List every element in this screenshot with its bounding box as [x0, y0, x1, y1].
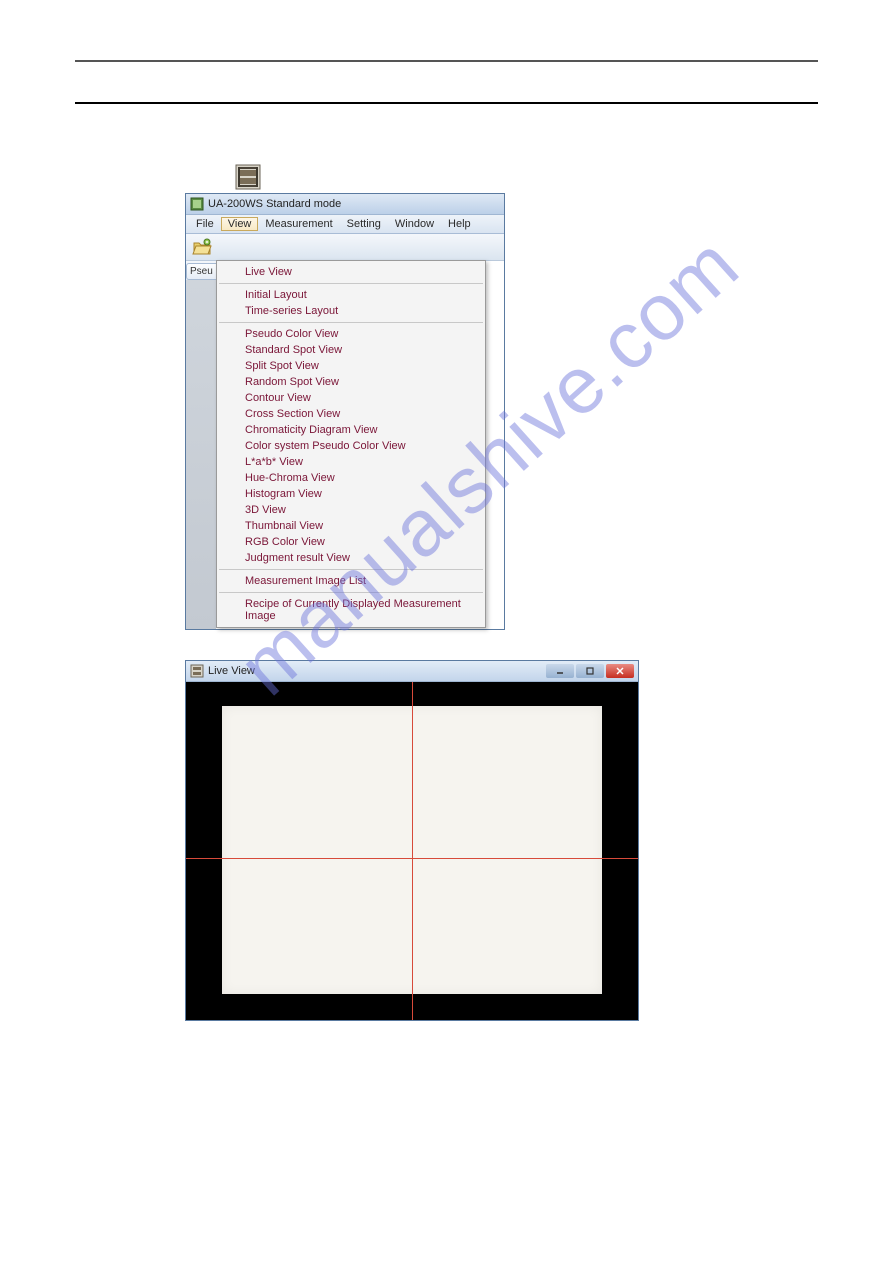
- menu-separator: [219, 569, 483, 570]
- live-view-titlebar: Live View: [186, 661, 638, 682]
- minimize-button[interactable]: [546, 664, 574, 678]
- menu-item-initial-layout[interactable]: Initial Layout: [217, 287, 485, 303]
- menu-item-standard-spot[interactable]: Standard Spot View: [217, 342, 485, 358]
- live-view-title: Live View: [208, 665, 255, 677]
- live-view-icon: [190, 664, 204, 678]
- menu-item-hue-chroma[interactable]: Hue-Chroma View: [217, 470, 485, 486]
- menu-separator: [219, 592, 483, 593]
- menubar: File View Measurement Setting Window Hel…: [186, 215, 504, 234]
- menu-setting[interactable]: Setting: [340, 217, 388, 231]
- menu-item-3d[interactable]: 3D View: [217, 502, 485, 518]
- live-view-canvas: [186, 682, 638, 1020]
- menu-measurement[interactable]: Measurement: [258, 217, 339, 231]
- section-divider: [75, 102, 818, 104]
- menu-item-judgment-result[interactable]: Judgment result View: [217, 550, 485, 566]
- menu-item-recipe[interactable]: Recipe of Currently Displayed Measuremen…: [217, 596, 485, 624]
- menu-item-split-spot[interactable]: Split Spot View: [217, 358, 485, 374]
- menu-item-live-view[interactable]: Live View: [217, 264, 485, 280]
- video-icon: [235, 164, 261, 190]
- crosshair-horizontal: [186, 858, 638, 859]
- menu-item-rgb-color[interactable]: RGB Color View: [217, 534, 485, 550]
- app-icon: [190, 197, 204, 211]
- menu-separator: [219, 283, 483, 284]
- close-button[interactable]: [606, 664, 634, 678]
- toolbar: [186, 234, 504, 261]
- window-title: UA-200WS Standard mode: [208, 198, 341, 210]
- menu-item-thumbnail[interactable]: Thumbnail View: [217, 518, 485, 534]
- app-window: UA-200WS Standard mode File View Measure…: [185, 193, 505, 630]
- live-view-window: Live View: [185, 660, 639, 1021]
- side-tab[interactable]: Pseu: [186, 263, 216, 280]
- menu-item-time-series-layout[interactable]: Time-series Layout: [217, 303, 485, 319]
- menu-item-chromaticity[interactable]: Chromaticity Diagram View: [217, 422, 485, 438]
- menu-view[interactable]: View: [221, 217, 259, 231]
- menu-window[interactable]: Window: [388, 217, 441, 231]
- titlebar: UA-200WS Standard mode: [186, 194, 504, 215]
- side-panel: [186, 280, 216, 629]
- crosshair-vertical: [412, 682, 413, 1020]
- maximize-button[interactable]: [576, 664, 604, 678]
- menu-item-histogram[interactable]: Histogram View: [217, 486, 485, 502]
- menu-item-contour[interactable]: Contour View: [217, 390, 485, 406]
- top-divider: [75, 60, 818, 62]
- menu-item-lab[interactable]: L*a*b* View: [217, 454, 485, 470]
- open-folder-icon[interactable]: [192, 237, 212, 257]
- menu-item-image-list[interactable]: Measurement Image List: [217, 573, 485, 589]
- menu-item-color-system-pseudo[interactable]: Color system Pseudo Color View: [217, 438, 485, 454]
- menu-help[interactable]: Help: [441, 217, 478, 231]
- menu-item-random-spot[interactable]: Random Spot View: [217, 374, 485, 390]
- menu-item-pseudo-color[interactable]: Pseudo Color View: [217, 326, 485, 342]
- menu-file[interactable]: File: [189, 217, 221, 231]
- menu-item-cross-section[interactable]: Cross Section View: [217, 406, 485, 422]
- menu-separator: [219, 322, 483, 323]
- view-dropdown: Live View Initial Layout Time-series Lay…: [216, 260, 486, 628]
